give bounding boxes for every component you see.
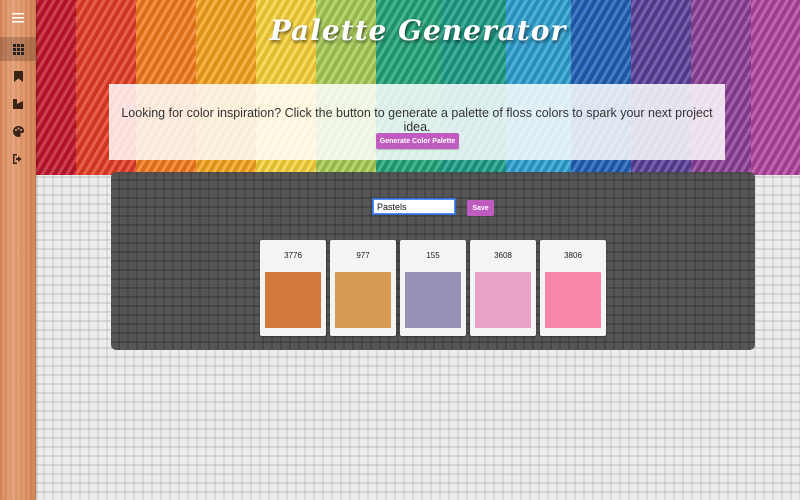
swatch-code: 155 [426, 251, 440, 260]
sidebar-item-generator[interactable] [0, 37, 36, 61]
swatch-code: 3776 [284, 251, 302, 260]
bookmark-icon [13, 70, 23, 82]
intro-panel: Looking for color inspiration? Click the… [109, 84, 725, 160]
sidebar-item-palettes[interactable] [0, 119, 36, 143]
swatch-code: 3608 [494, 251, 512, 260]
menu-button[interactable] [0, 6, 36, 30]
palette-icon [12, 125, 24, 137]
sidebar [0, 0, 36, 500]
palette-name-input[interactable] [372, 198, 456, 215]
swatch-color [545, 272, 601, 328]
swatch-card[interactable]: 3608 [470, 240, 536, 336]
swatch-color [405, 272, 461, 328]
swatch-color [265, 272, 321, 328]
shapes-icon [12, 98, 23, 109]
grid-icon [12, 43, 24, 55]
save-button[interactable]: Save [467, 200, 494, 216]
swatch-color [335, 272, 391, 328]
generate-palette-button[interactable]: Generate Color Palette [376, 133, 459, 149]
sidebar-item-shapes[interactable] [0, 92, 36, 116]
logout-icon [12, 154, 21, 164]
swatch-code: 977 [356, 251, 370, 260]
swatch-color [475, 272, 531, 328]
swatch-card[interactable]: 155 [400, 240, 466, 336]
intro-text: Looking for color inspiration? Click the… [121, 106, 713, 134]
app-title: Palette Generator [269, 14, 567, 47]
sidebar-item-logout[interactable] [0, 147, 36, 171]
swatch-code: 3806 [564, 251, 582, 260]
swatch-card[interactable]: 3806 [540, 240, 606, 336]
palette-panel: Save 3776 977 155 3608 3806 [111, 172, 755, 350]
menu-icon [12, 13, 24, 23]
swatch-card[interactable]: 977 [330, 240, 396, 336]
sidebar-item-saved[interactable] [0, 64, 36, 88]
swatch-card[interactable]: 3776 [260, 240, 326, 336]
